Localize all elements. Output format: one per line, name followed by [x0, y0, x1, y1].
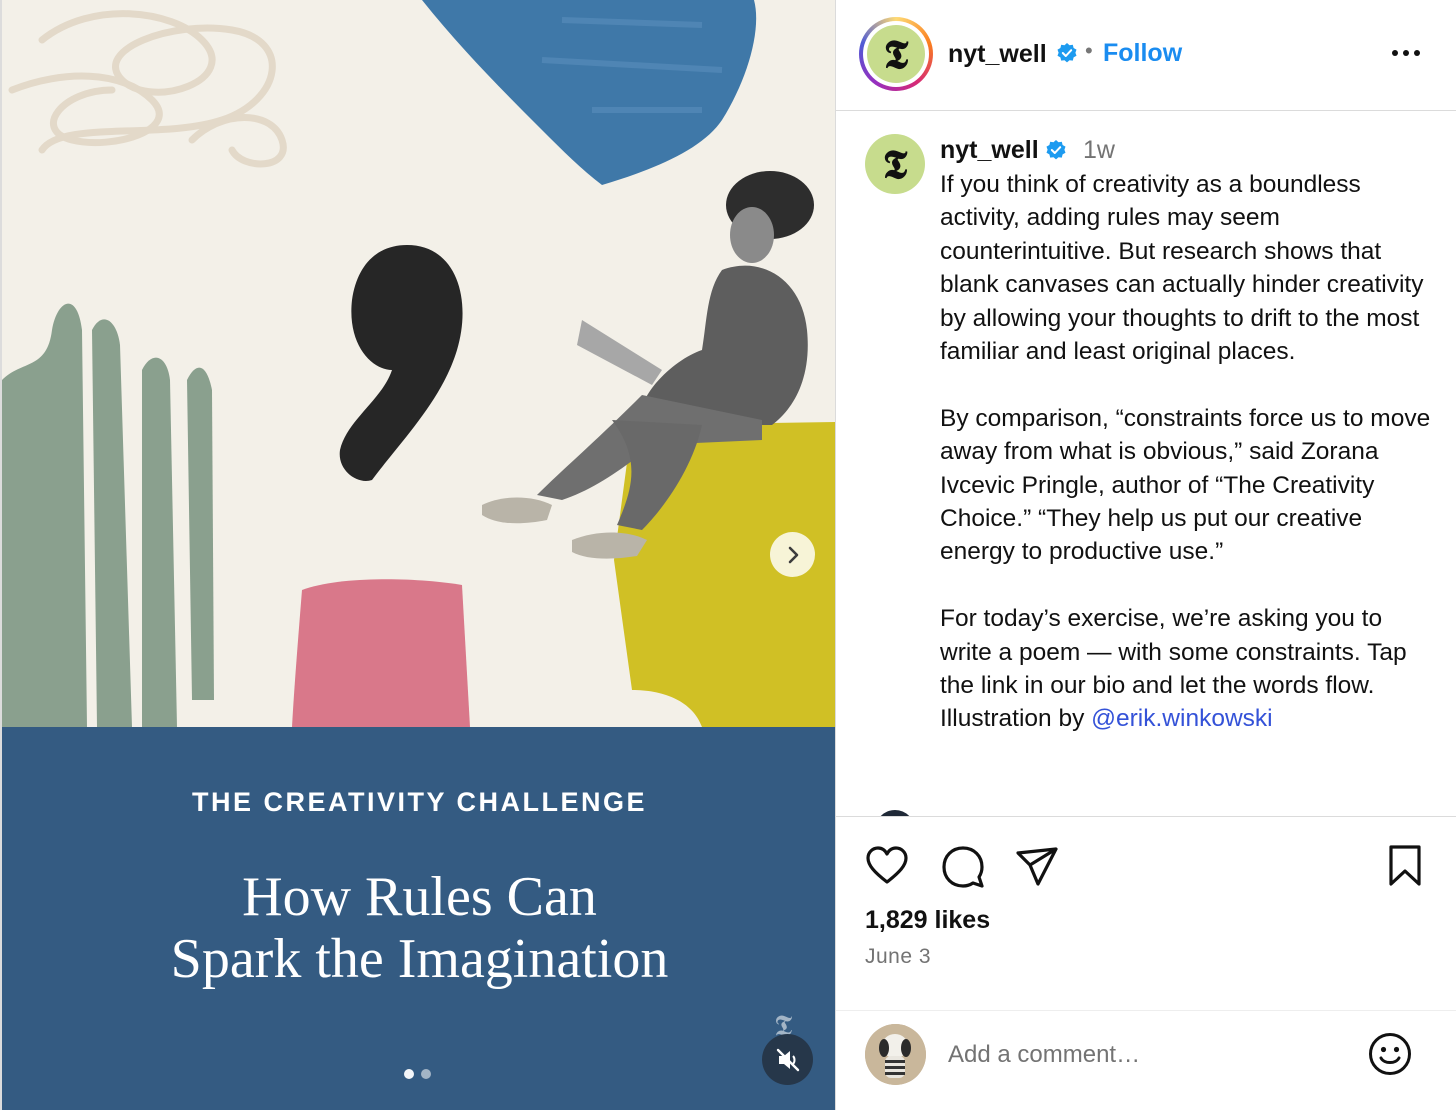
post-header: 𝕿 nyt_well • Follow [836, 0, 1456, 111]
smiley-icon[interactable] [1367, 1031, 1413, 1077]
caption-avatar[interactable]: 𝕿 [865, 134, 925, 194]
caption-text: If you think of creativity as a boundles… [940, 168, 1440, 736]
headline-line-1: How Rules Can [242, 866, 597, 928]
likes-count[interactable]: 1,829 likes [865, 906, 990, 935]
caption-area: 𝕿 nyt_well 1w If you think of creativity… [836, 112, 1456, 816]
comment-icon[interactable] [940, 843, 986, 889]
chevron-right-icon [788, 546, 798, 563]
caption-paragraph-1: If you think of creativity as a boundles… [940, 171, 1424, 366]
headline-line-2: Spark the Imagination [170, 928, 669, 990]
carousel-dot-2 [421, 1069, 431, 1079]
more-options-button[interactable] [1389, 38, 1423, 68]
header-username[interactable]: nyt_well [948, 40, 1047, 69]
action-bar: 1,829 likes June 3 [836, 816, 1456, 1021]
comment-bar [836, 1010, 1456, 1110]
pink-brush-stroke [292, 579, 470, 727]
speaker-muted-icon [776, 1048, 799, 1071]
mention-link[interactable]: @erik.winkowski [1091, 705, 1272, 732]
caption-paragraph-2: By comparison, “constraints force us to … [940, 404, 1431, 566]
story-ring[interactable]: 𝕿 [859, 17, 933, 91]
separator-dot: • [1085, 38, 1093, 63]
kicker-text: THE CREATIVITY CHALLENGE [191, 787, 648, 817]
follow-button[interactable]: Follow [1103, 39, 1182, 68]
carousel-indicator [404, 1069, 431, 1079]
verified-badge-icon [1046, 140, 1066, 160]
user-avatar[interactable] [865, 1024, 926, 1085]
heart-icon[interactable] [864, 843, 910, 889]
carousel-dot-1 [404, 1069, 414, 1079]
caption-paragraph-3: For today’s exercise, we’re asking you t… [940, 602, 1440, 736]
post-date[interactable]: June 3 [865, 945, 931, 969]
caption-username[interactable]: nyt_well [940, 136, 1039, 165]
share-icon[interactable] [1014, 843, 1060, 889]
dog-photo [865, 1024, 926, 1085]
carousel-next-button[interactable] [770, 532, 815, 577]
post-media[interactable]: THE CREATIVITY CHALLENGE How Rules Can S… [0, 0, 835, 1110]
comment-input[interactable] [948, 1039, 1328, 1071]
verified-badge-icon [1057, 43, 1077, 63]
post-illustration [2, 0, 835, 727]
headline: How Rules Can Spark the Imagination [2, 866, 835, 990]
bookmark-icon[interactable] [1385, 843, 1425, 889]
avatar: 𝕿 [867, 25, 925, 83]
post-time[interactable]: 1w [1083, 136, 1115, 165]
more-dot-icon [1403, 50, 1409, 56]
more-dot-icon [1392, 50, 1398, 56]
post-sidebar: 𝕿 nyt_well • Follow 𝕿 nyt_well 1w If you… [835, 0, 1456, 1110]
mute-button[interactable] [762, 1034, 813, 1085]
more-dot-icon [1414, 50, 1420, 56]
